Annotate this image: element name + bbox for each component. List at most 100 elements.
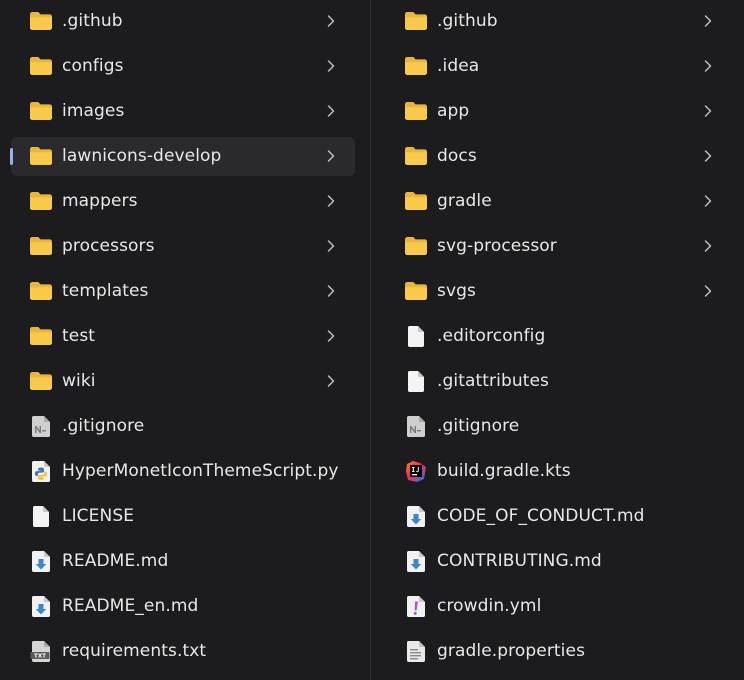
- file-row-license[interactable]: LICENSE: [11, 497, 355, 536]
- file-row-dot-editorconfig[interactable]: .editorconfig: [384, 317, 732, 356]
- markdown-file-icon: [29, 549, 53, 573]
- file-row-requirements-txt[interactable]: TXT requirements.txt: [11, 632, 355, 671]
- item-label: mappers: [62, 191, 138, 211]
- folder-row-docs[interactable]: docs: [384, 137, 732, 176]
- item-label: HyperMonetIconThemeScript.py: [62, 461, 339, 481]
- chevron-right-icon[interactable]: [701, 194, 715, 208]
- folder-row-svg-processor[interactable]: svg-processor: [384, 227, 732, 266]
- file-row-hypermoneticonthemescript-py[interactable]: HyperMonetIconThemeScript.py: [11, 452, 355, 491]
- folder-icon: [404, 189, 428, 213]
- folder-icon: [29, 279, 53, 303]
- folder-icon: [404, 9, 428, 33]
- file-row-contributing-md[interactable]: CONTRIBUTING.md: [384, 542, 732, 581]
- item-label: images: [62, 101, 125, 121]
- chevron-right-icon[interactable]: [324, 194, 338, 208]
- folder-icon: [404, 234, 428, 258]
- file-row-build-gradle-kts[interactable]: build.gradle.kts: [384, 452, 732, 491]
- chevron-right-icon[interactable]: [324, 104, 338, 118]
- item-label: README.md: [62, 551, 169, 571]
- folder-row-dot-github[interactable]: .github: [384, 2, 732, 41]
- folder-icon: [29, 144, 53, 168]
- right-column: .github .idea app docs gradle svg-processor sv…: [371, 0, 744, 680]
- item-label: CONTRIBUTING.md: [437, 551, 602, 571]
- folder-row-gradle[interactable]: gradle: [384, 182, 732, 221]
- folder-row-configs[interactable]: configs: [11, 47, 355, 86]
- item-label: svgs: [437, 281, 476, 301]
- folder-row-app[interactable]: app: [384, 92, 732, 131]
- item-label: test: [62, 326, 96, 346]
- chevron-right-icon[interactable]: [701, 149, 715, 163]
- folder-row-svgs[interactable]: svgs: [384, 272, 732, 311]
- folder-row-images[interactable]: images: [11, 92, 355, 131]
- folder-icon: [404, 144, 428, 168]
- item-label: .github: [62, 11, 123, 31]
- item-label: .gitattributes: [437, 371, 549, 391]
- folder-icon: [29, 369, 53, 393]
- item-label: processors: [62, 236, 155, 256]
- folder-icon: [404, 279, 428, 303]
- chevron-right-icon[interactable]: [701, 14, 715, 28]
- folder-row-templates[interactable]: templates: [11, 272, 355, 311]
- item-label: gradle.properties: [437, 641, 586, 661]
- intellij-file-icon: [404, 459, 428, 483]
- folder-row-test[interactable]: test: [11, 317, 355, 356]
- item-label: .github: [437, 11, 498, 31]
- folder-icon: [29, 9, 53, 33]
- folder-row-lawnicons-develop[interactable]: lawnicons-develop: [10, 137, 355, 176]
- item-label: README_en.md: [62, 596, 199, 616]
- item-label: .gitignore: [62, 416, 145, 436]
- folder-icon: [29, 54, 53, 78]
- chevron-right-icon[interactable]: [324, 239, 338, 253]
- chevron-right-icon[interactable]: [701, 239, 715, 253]
- text-file-icon: TXT: [29, 639, 53, 663]
- item-label: configs: [62, 56, 124, 76]
- file-row-dot-gitignore[interactable]: .gitignore: [384, 407, 732, 446]
- item-label: LICENSE: [62, 506, 135, 526]
- gitignore-file-icon: [29, 414, 53, 438]
- item-label: lawnicons-develop: [62, 146, 222, 166]
- folder-row-dot-idea[interactable]: .idea: [384, 47, 732, 86]
- item-label: wiki: [62, 371, 96, 391]
- item-label: .gitignore: [437, 416, 520, 436]
- file-row-code-of-conduct-md[interactable]: CODE_OF_CONDUCT.md: [384, 497, 732, 536]
- chevron-right-icon[interactable]: [701, 104, 715, 118]
- file-row-dot-gitattributes[interactable]: .gitattributes: [384, 362, 732, 401]
- folder-icon: [404, 54, 428, 78]
- chevron-right-icon[interactable]: [324, 374, 338, 388]
- file-row-gradle-properties[interactable]: gradle.properties: [384, 632, 732, 671]
- item-label: .idea: [437, 56, 480, 76]
- folder-row-dot-github[interactable]: .github: [11, 2, 355, 41]
- item-label: svg-processor: [437, 236, 557, 256]
- yaml-file-icon: [404, 594, 428, 618]
- folder-icon: [29, 189, 53, 213]
- item-label: requirements.txt: [62, 641, 207, 661]
- blank-file-icon: [404, 324, 428, 348]
- item-label: templates: [62, 281, 149, 301]
- folder-row-wiki[interactable]: wiki: [11, 362, 355, 401]
- blank-file-icon: [29, 504, 53, 528]
- file-row-dot-gitignore[interactable]: .gitignore: [11, 407, 355, 446]
- folder-icon: [29, 99, 53, 123]
- chevron-right-icon[interactable]: [324, 149, 338, 163]
- svg-text:TXT: TXT: [34, 653, 46, 659]
- selection-indicator: [10, 148, 13, 165]
- chevron-right-icon[interactable]: [701, 284, 715, 298]
- file-row-crowdin-yml[interactable]: crowdin.yml: [384, 587, 732, 626]
- blank-file-icon: [404, 369, 428, 393]
- python-file-icon: [29, 459, 53, 483]
- folder-icon: [29, 324, 53, 348]
- folder-row-processors[interactable]: processors: [11, 227, 355, 266]
- markdown-file-icon: [404, 504, 428, 528]
- folder-icon: [404, 99, 428, 123]
- chevron-right-icon[interactable]: [324, 284, 338, 298]
- file-row-readme-en-md[interactable]: README_en.md: [11, 587, 355, 626]
- folder-row-mappers[interactable]: mappers: [11, 182, 355, 221]
- file-row-readme-md[interactable]: README.md: [11, 542, 355, 581]
- chevron-right-icon[interactable]: [701, 59, 715, 73]
- chevron-right-icon[interactable]: [324, 14, 338, 28]
- chevron-right-icon[interactable]: [324, 329, 338, 343]
- item-label: .editorconfig: [437, 326, 546, 346]
- markdown-file-icon: [404, 549, 428, 573]
- chevron-right-icon[interactable]: [324, 59, 338, 73]
- item-label: build.gradle.kts: [437, 461, 571, 481]
